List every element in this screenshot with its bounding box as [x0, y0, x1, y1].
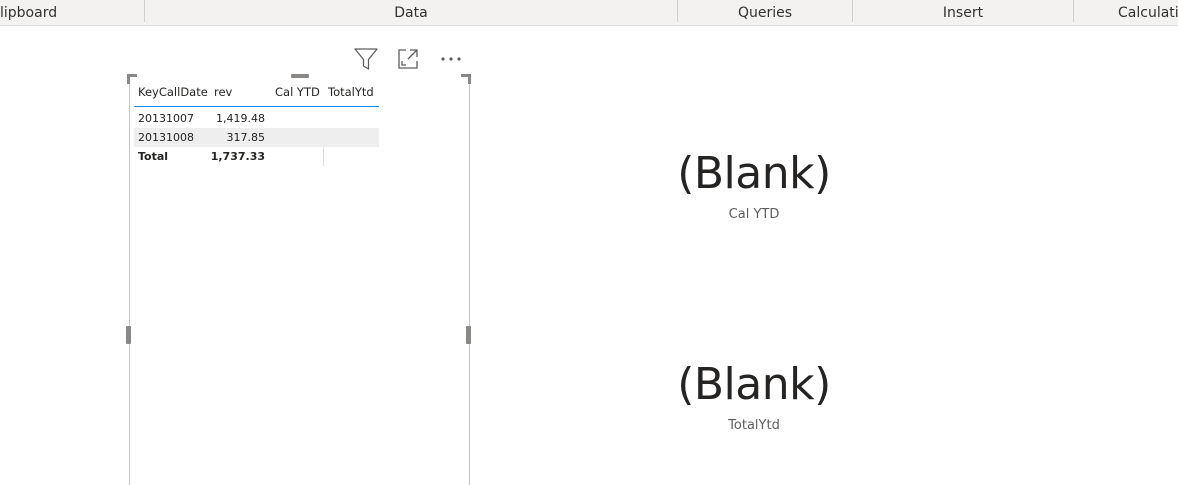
table-row[interactable]: 20131008 317.85	[134, 128, 379, 147]
ribbon-group-queries: Queries	[737, 5, 793, 21]
focus-mode-icon[interactable]	[395, 46, 421, 72]
cell-cal-ytd	[274, 109, 318, 128]
total-label: Total	[138, 150, 169, 163]
ribbon-group-clipboard: lipboard	[0, 5, 58, 21]
total-rev: 1,737.33	[210, 150, 265, 163]
cell-cal-ytd	[274, 128, 318, 147]
table-total-row: Total 1,737.33	[134, 147, 379, 166]
ribbon-group-data: Data	[394, 5, 428, 21]
column-header-totalytd[interactable]: TotalYtd	[328, 83, 374, 101]
ribbon-separator	[1073, 0, 1074, 22]
card-totalytd-label: TotalYtd	[728, 418, 780, 433]
cell-totalytd	[328, 109, 374, 128]
column-divider	[323, 147, 324, 166]
table-row[interactable]: 20131007 1,419.48	[134, 109, 379, 128]
resize-handle-top-right[interactable]	[461, 74, 471, 84]
resize-handle-left[interactable]	[126, 326, 131, 344]
ribbon-group-insert: Insert	[942, 5, 984, 21]
cell-rev: 1,419.48	[216, 112, 265, 125]
more-options-icon[interactable]	[438, 46, 464, 72]
resize-handle-right[interactable]	[466, 326, 471, 344]
ribbon-group-calculations: Calculatio	[1118, 5, 1178, 21]
card-cal-ytd-value[interactable]: (Blank)	[604, 148, 904, 199]
cell-rev: 317.85	[226, 131, 266, 144]
data-table: KeyCallDate rev Cal YTD TotalYtd 2013100…	[134, 80, 379, 166]
card-totalytd-value[interactable]: (Blank)	[604, 359, 904, 410]
table-header-row: KeyCallDate rev Cal YTD TotalYtd	[134, 80, 379, 107]
cell-keycalldate: 20131007	[138, 112, 194, 125]
filter-icon[interactable]	[353, 46, 379, 72]
resize-handle-top[interactable]	[291, 74, 309, 78]
cell-totalytd	[328, 128, 374, 147]
ribbon-group-labels: lipboard Data Queries Insert Calculatio	[0, 0, 1178, 26]
column-header-keycalldate[interactable]: KeyCallDate	[138, 83, 208, 101]
column-header-cal-ytd[interactable]: Cal YTD	[275, 83, 320, 101]
card-cal-ytd-label: Cal YTD	[728, 207, 780, 222]
cell-keycalldate: 20131008	[138, 131, 194, 144]
column-header-rev[interactable]: rev	[214, 83, 232, 101]
